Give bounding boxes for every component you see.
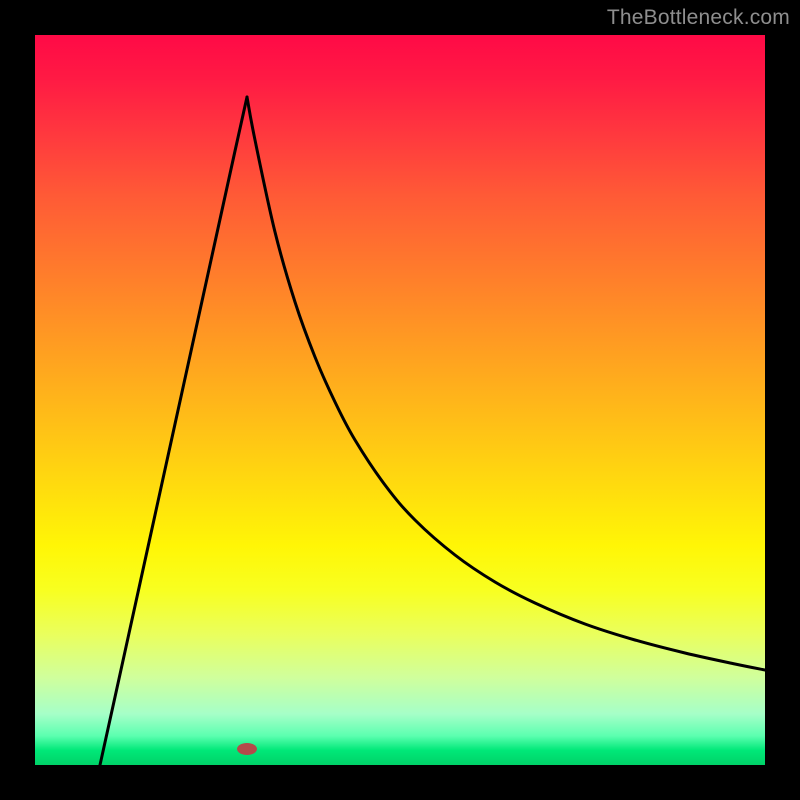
min-point-marker [237, 743, 257, 755]
curve-left-branch [100, 97, 247, 765]
watermark-text: TheBottleneck.com [607, 6, 790, 30]
chart-frame: TheBottleneck.com [0, 0, 800, 800]
curve-right-branch [247, 97, 765, 670]
curve-layer [35, 35, 765, 765]
plot-area [35, 35, 765, 765]
